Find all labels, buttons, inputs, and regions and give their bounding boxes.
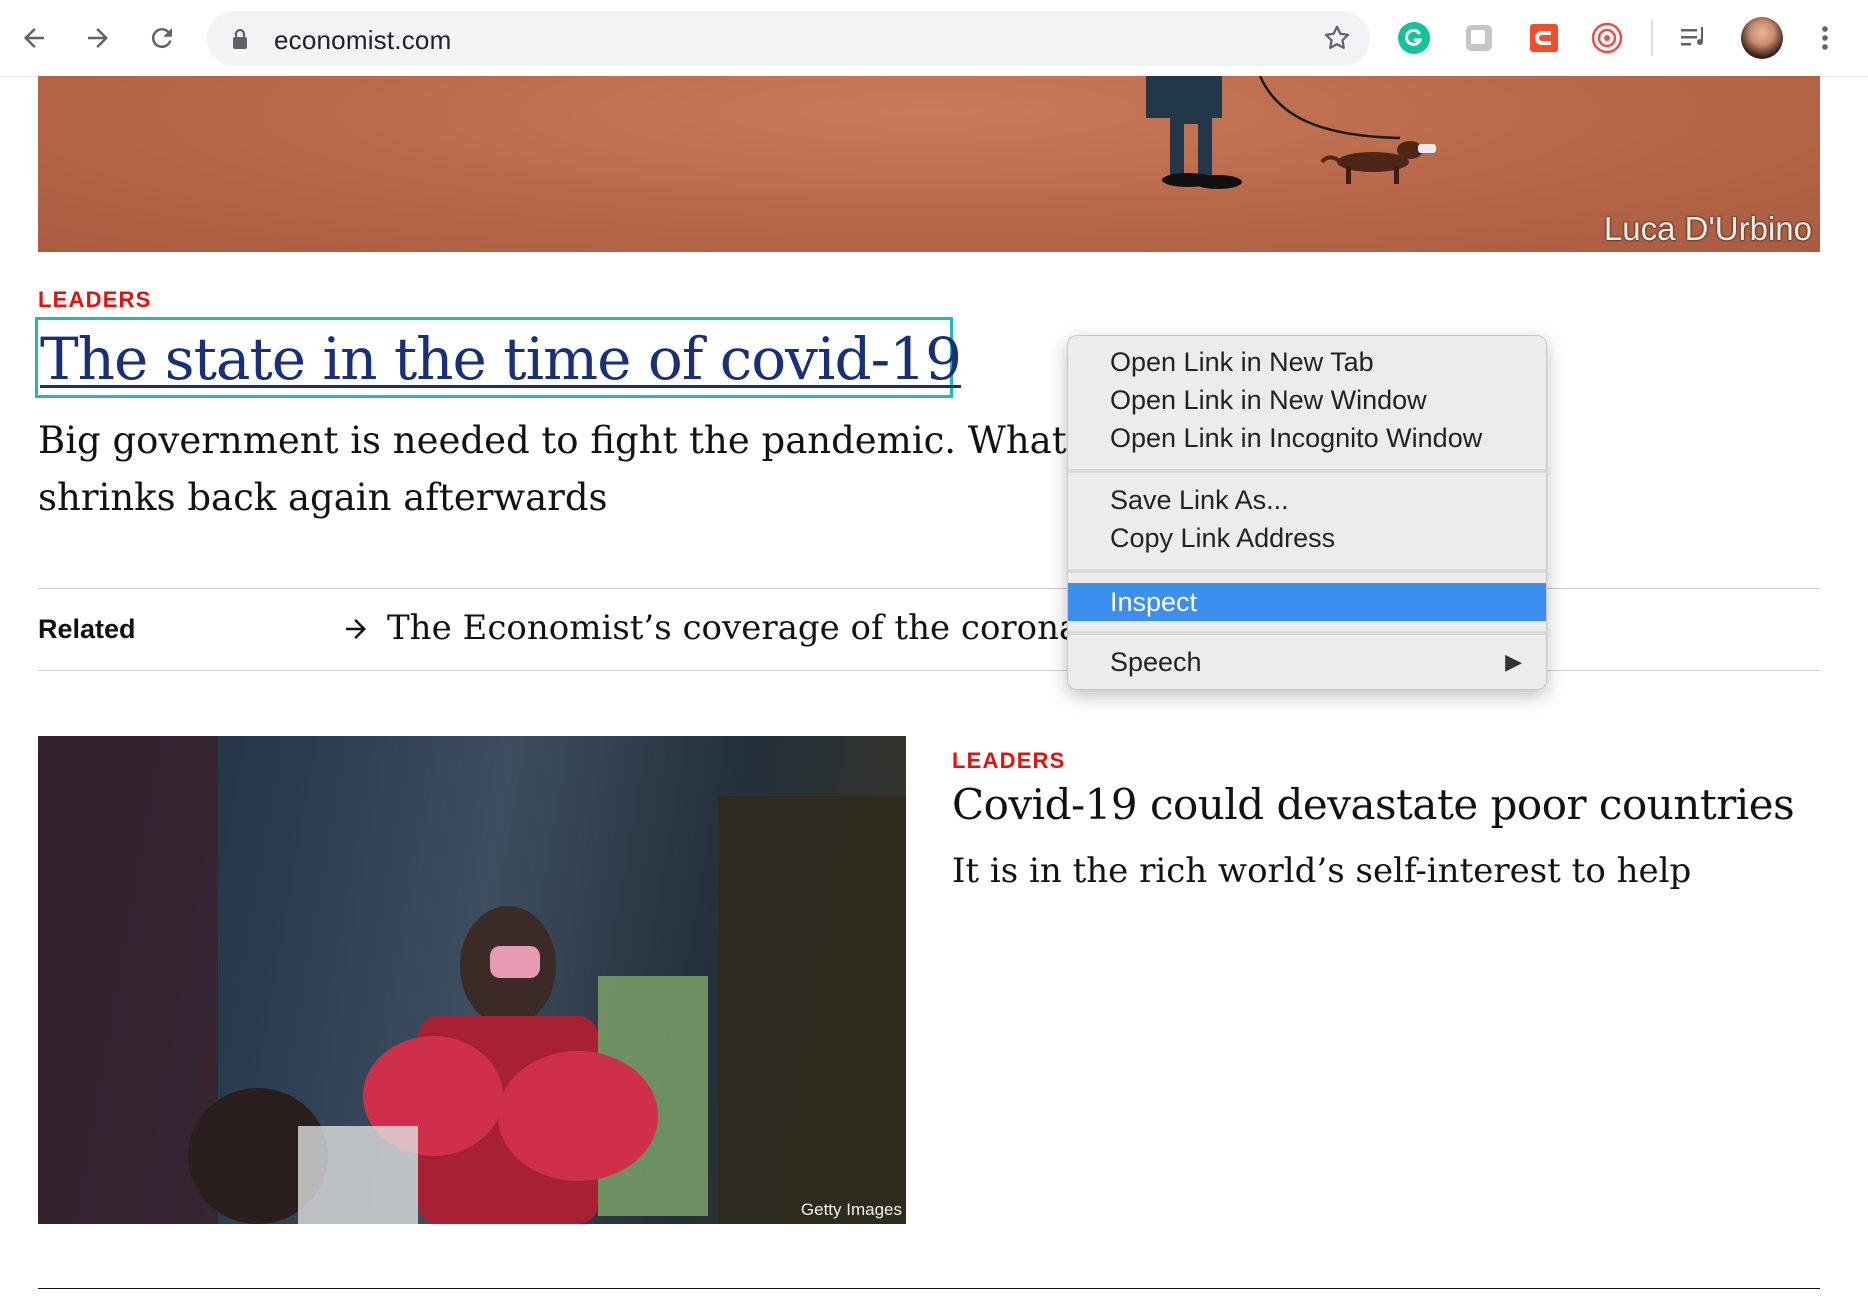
context-menu: Open Link in New Tab Open Link in New Wi… [1067,335,1547,690]
grammarly-icon[interactable] [1397,21,1431,55]
menu-item-open-incognito[interactable]: Open Link in Incognito Window [1068,420,1546,456]
article-title-link[interactable]: Covid-19 could devastate poor countries [952,780,1795,829]
menu-item-open-new-window[interactable]: Open Link in New Window [1068,382,1546,418]
divider [38,670,1820,671]
section-label[interactable]: LEADERS [952,748,1066,774]
summary-line-2: shrinks back again afterwards [38,476,608,519]
reload-icon [151,28,172,49]
forward-button[interactable] [78,18,118,58]
menu-separator [1068,569,1546,573]
browser-toolbar: economist.com [0,0,1868,77]
divider [38,588,1820,589]
hero-illustration: Luca D'Urbino [38,76,1820,252]
photo-credit: Getty Images [800,1200,902,1219]
related-label: Related [38,614,136,644]
menu-item-inspect[interactable]: Inspect [1068,583,1546,621]
media-control-icon[interactable] [1677,21,1711,55]
article-summary: Big government is needed to fight the pa… [38,412,1078,526]
divider [38,1288,1820,1289]
menu-item-speech-label: Speech [1110,647,1202,677]
article-photo[interactable]: Getty Images [38,736,906,1224]
summary-line-1: Big government is needed to fight the pa… [38,419,1078,462]
forward-icon [88,28,108,48]
submenu-arrow-icon: ▶ [1505,649,1522,674]
menu-item-speech[interactable]: Speech ▶ [1068,644,1546,680]
notion-icon[interactable] [1462,21,1496,55]
lock-icon [233,28,247,49]
url-text: economist.com [274,25,452,55]
back-button[interactable] [14,18,54,58]
section-label[interactable]: LEADERS [38,287,152,313]
spiral-icon[interactable] [1590,21,1624,55]
toolbar-separator [1651,20,1653,56]
menu-item-save-link[interactable]: Save Link As... [1068,482,1546,518]
related-link[interactable]: The Economist’s coverage of the coronavi… [387,608,1072,648]
article-summary: It is in the rich world’s self-interest … [952,851,1692,891]
address-bar[interactable]: economist.com [207,11,1370,66]
more-vert-icon[interactable] [1808,21,1842,55]
menu-separator [1068,631,1546,635]
photo-artwork [38,736,906,1224]
bookmark-star-icon[interactable] [1322,23,1352,53]
headline-title[interactable]: The state in the time of covid-19 [40,325,962,393]
hero-artwork [1146,76,1436,189]
arrow-right-icon [346,619,366,639]
back-icon [24,28,44,48]
reload-button[interactable] [142,18,182,58]
menu-item-open-new-tab[interactable]: Open Link in New Tab [1068,344,1546,380]
profile-avatar[interactable] [1741,17,1783,59]
headline-link[interactable]: The state in the time of covid-19 [35,317,962,398]
image-credit: Luca D'Urbino [1603,210,1812,247]
menu-item-copy-link[interactable]: Copy Link Address [1068,520,1546,556]
menu-separator [1068,469,1546,473]
todoist-icon[interactable] [1527,21,1561,55]
